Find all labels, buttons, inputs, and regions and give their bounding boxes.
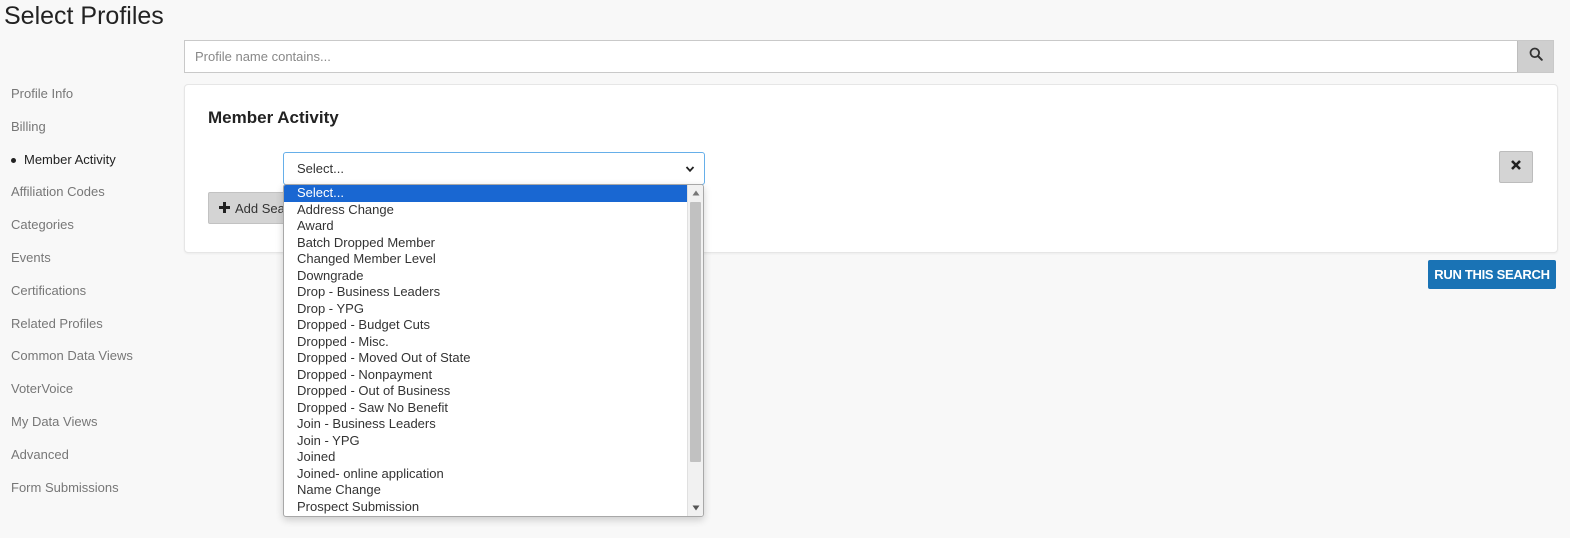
sidebar-item-label: Certifications: [11, 282, 87, 298]
activity-type-dropdown-list: Select... Address Change Award Batch Dro…: [283, 184, 704, 517]
profile-search-input[interactable]: [185, 41, 1517, 72]
sidebar-item-events[interactable]: Events: [11, 248, 171, 281]
plus-icon: [219, 201, 230, 216]
dropdown-option[interactable]: Dropped - Nonpayment: [284, 367, 687, 384]
sidebar-item-label: Form Submissions: [11, 479, 119, 495]
sidebar-item-advanced[interactable]: Advanced: [11, 445, 171, 478]
sidebar-item-votervoice[interactable]: VoterVoice: [11, 379, 171, 412]
sidebar-item-related-profiles[interactable]: Related Profiles: [11, 314, 171, 347]
search-icon: [1529, 47, 1543, 66]
dropdown-option[interactable]: Prospect Submission: [284, 499, 687, 516]
panel-title: Member Activity: [208, 108, 339, 127]
sidebar-item-label: Events: [11, 249, 51, 265]
chevron-down-icon: [685, 162, 695, 177]
dropdown-option[interactable]: Award: [284, 218, 687, 235]
dropdown-option[interactable]: Changed Member Level: [284, 251, 687, 268]
sidebar-item-label: Billing: [11, 118, 46, 134]
activity-type-select[interactable]: Select...: [283, 152, 705, 185]
active-bullet-icon: [11, 157, 16, 163]
sidebar-item-label: My Data Views: [11, 413, 98, 429]
sidebar-item-label: Common Data Views: [11, 348, 133, 364]
sidebar-item-member-activity[interactable]: Member Activity: [11, 150, 171, 183]
sidebar-item-form-submissions[interactable]: Form Submissions: [11, 478, 171, 511]
dropdown-option[interactable]: Dropped - Moved Out of State: [284, 350, 687, 367]
dropdown-option[interactable]: Dropped - Saw No Benefit: [284, 400, 687, 417]
dropdown-option[interactable]: Joined: [284, 449, 687, 466]
sidebar-item-affiliation-codes[interactable]: Affiliation Codes: [11, 182, 171, 215]
sidebar-item-label: Member Activity: [24, 151, 116, 167]
sidebar-item-label: Related Profiles: [11, 315, 103, 331]
close-icon: [1510, 158, 1522, 176]
dropdown-option[interactable]: Drop - Business Leaders: [284, 284, 687, 301]
dropdown-option[interactable]: Dropped - Budget Cuts: [284, 317, 687, 334]
dropdown-option[interactable]: Dropped - Misc.: [284, 334, 687, 351]
remove-criteria-button[interactable]: [1499, 151, 1533, 183]
dropdown-option[interactable]: Dropped - Out of Business: [284, 383, 687, 400]
sidebar-nav: Profile Info Billing Member Activity Aff…: [11, 84, 171, 510]
sidebar-item-common-data-views[interactable]: Common Data Views: [11, 346, 171, 379]
add-search-label: Add Sear: [235, 200, 290, 216]
sidebar-item-billing[interactable]: Billing: [11, 117, 171, 150]
dropdown-options: Select... Address Change Award Batch Dro…: [284, 185, 687, 515]
sidebar-item-my-data-views[interactable]: My Data Views: [11, 412, 171, 445]
sidebar-item-categories[interactable]: Categories: [11, 215, 171, 248]
sidebar-item-label: Categories: [11, 217, 74, 233]
select-value: Select...: [297, 161, 344, 176]
sidebar-item-label: Advanced: [11, 446, 69, 462]
dropdown-option[interactable]: Downgrade: [284, 268, 687, 285]
dropdown-option[interactable]: Joined- online application: [284, 466, 687, 483]
scroll-up-arrow-icon[interactable]: [688, 185, 703, 201]
dropdown-option[interactable]: Join - YPG: [284, 433, 687, 450]
sidebar-item-certifications[interactable]: Certifications: [11, 281, 171, 314]
scrollbar-thumb[interactable]: [690, 202, 701, 462]
sidebar-item-profile-info[interactable]: Profile Info: [11, 84, 171, 117]
run-search-button[interactable]: RUN THIS SEARCH: [1428, 260, 1556, 289]
sidebar-item-label: Affiliation Codes: [11, 184, 105, 200]
dropdown-option[interactable]: Join - Business Leaders: [284, 416, 687, 433]
dropdown-option[interactable]: Address Change: [284, 202, 687, 219]
dropdown-option[interactable]: Drop - YPG: [284, 301, 687, 318]
dropdown-option[interactable]: Select...: [284, 185, 687, 202]
dropdown-option[interactable]: Batch Dropped Member: [284, 235, 687, 252]
profile-search-bar: [184, 40, 1554, 73]
dropdown-option[interactable]: Name Change: [284, 482, 687, 499]
scroll-down-arrow-icon[interactable]: [688, 500, 703, 516]
sidebar-item-label: VoterVoice: [11, 381, 74, 397]
sidebar-item-label: Profile Info: [11, 86, 74, 101]
dropdown-scrollbar[interactable]: [687, 185, 703, 516]
search-button[interactable]: [1517, 41, 1553, 72]
page-title: Select Profiles: [4, 2, 164, 30]
